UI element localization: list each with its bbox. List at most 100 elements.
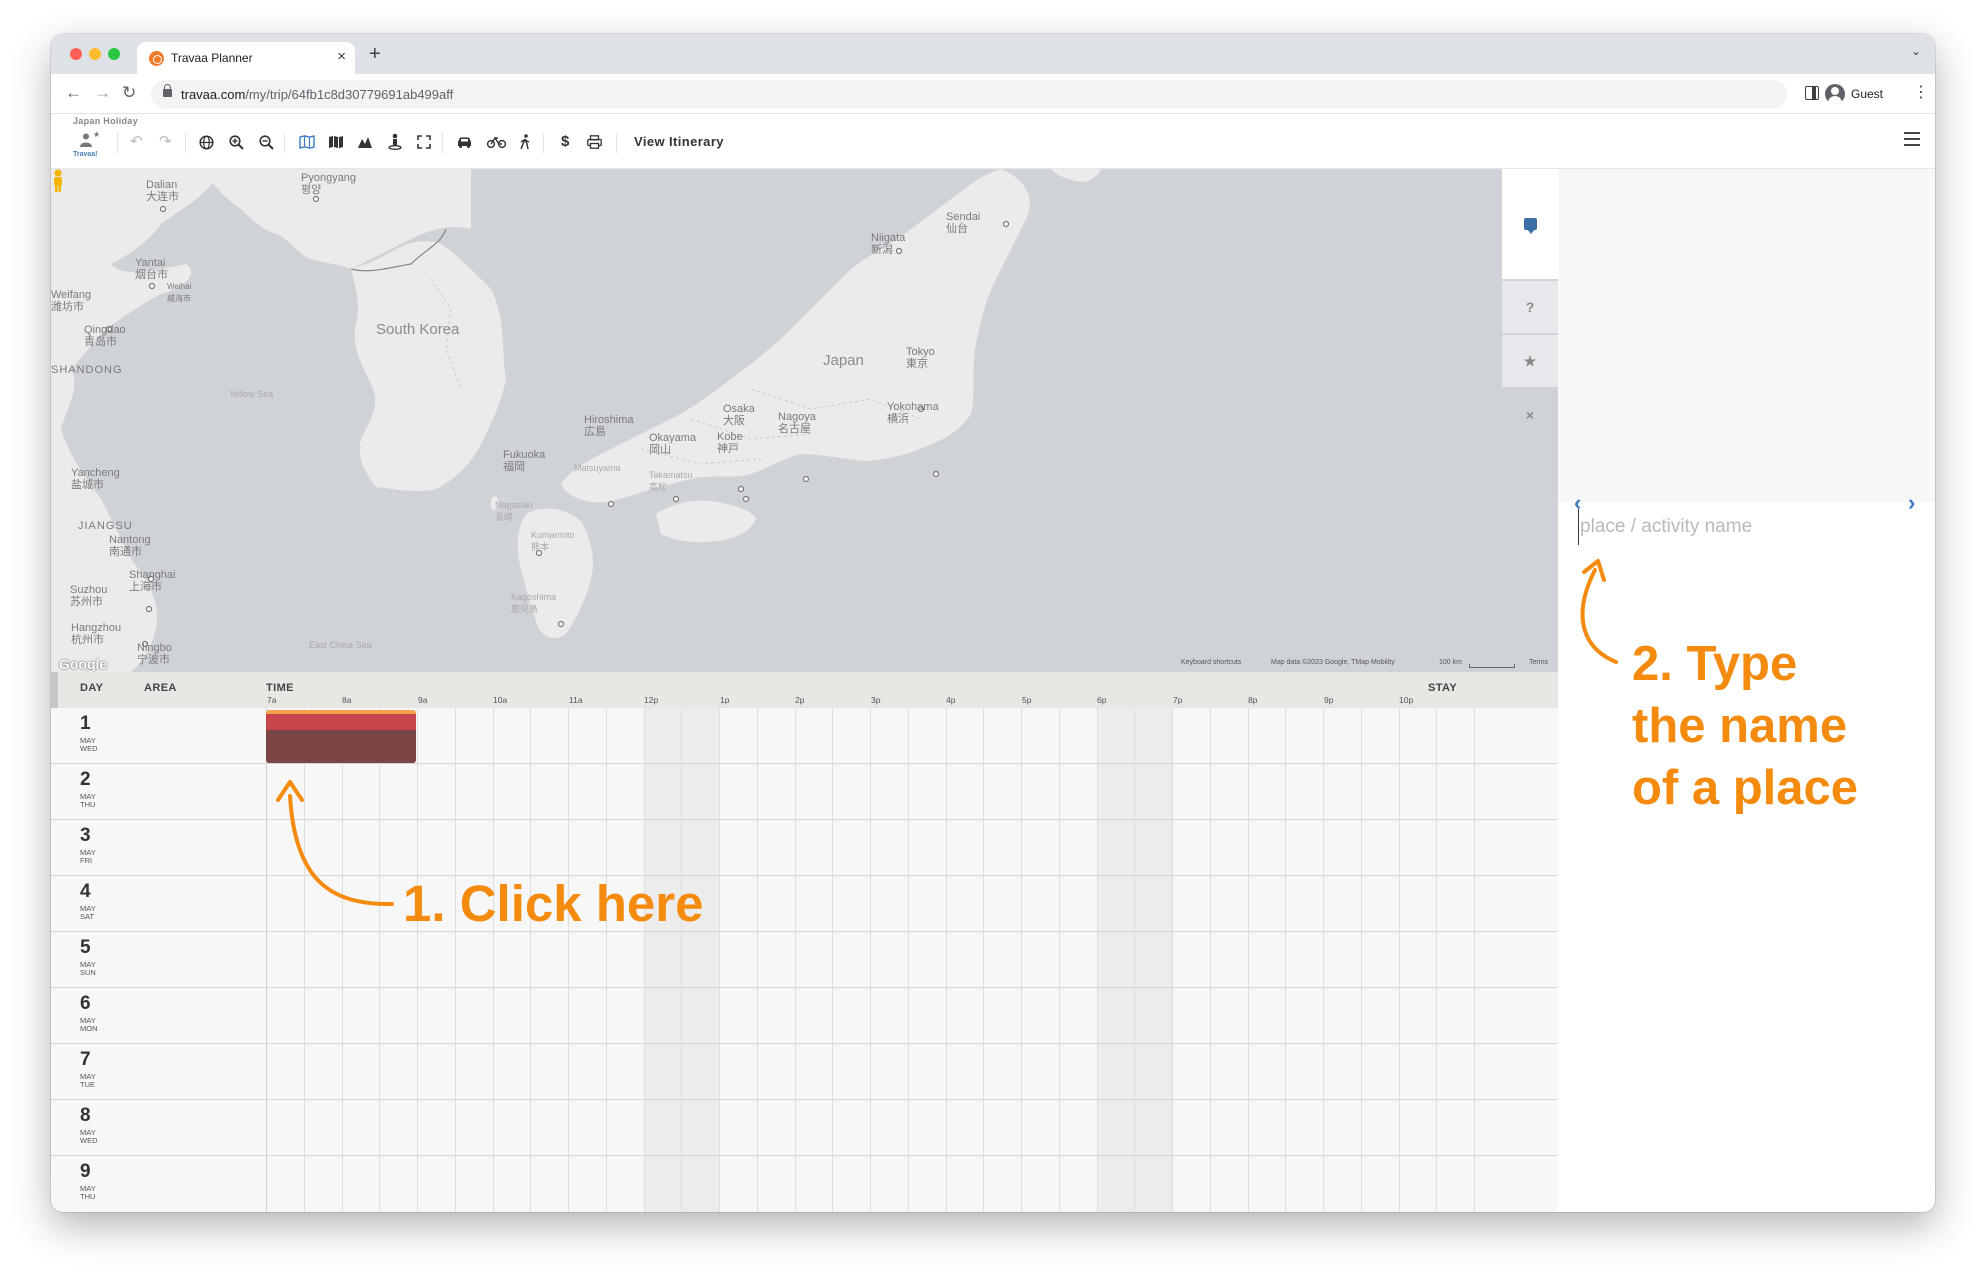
tab-close-icon[interactable]: × — [337, 48, 346, 66]
close-icon: × — [1525, 407, 1535, 423]
tab-search-chevron-icon[interactable]: ⌄ — [1911, 44, 1921, 58]
zoom-in-icon[interactable] — [229, 135, 244, 150]
day-row-3[interactable]: 3 MAY FRI — [51, 820, 1558, 876]
hour-label: 4p — [946, 695, 956, 705]
forward-arrow-icon[interactable]: → — [94, 83, 111, 103]
keyboard-shortcuts-link[interactable]: Keyboard shortcuts — [1181, 659, 1241, 666]
day-weekday: MON — [80, 1024, 98, 1033]
hour-label: 6p — [1097, 695, 1107, 705]
map-label-yokohama: Yokohama 横浜 — [887, 401, 939, 425]
annotation-step-2-line-3: of a place — [1632, 761, 1859, 815]
map-label-jiangsu: JIANGSU — [78, 520, 133, 532]
annotation-step-2-line-1: 2. Type — [1632, 637, 1798, 691]
map-label-takamatsu: Takamatsu 高松 — [649, 470, 693, 492]
map-label-dalian: Dalian 大连市 — [146, 179, 179, 203]
day-row-4[interactable]: 4 MAY SAT — [51, 876, 1558, 932]
bicycle-icon[interactable] — [487, 136, 506, 148]
map-view[interactable]: Dalian 大连市 Pyongyang 평양 Yantai 烟台市 Weihai 威海… — [51, 169, 1558, 672]
reload-icon[interactable]: ↻ — [122, 83, 136, 103]
map-label-kobe: Kobe 神戸 — [717, 431, 743, 455]
day-number: 9 — [80, 1161, 91, 1182]
terms-link[interactable]: Terms — [1529, 659, 1548, 666]
day-number: 5 — [80, 937, 91, 958]
close-panel-tab[interactable]: × — [1502, 389, 1558, 441]
day-number: 6 — [80, 993, 91, 1014]
app-menu-icon[interactable] — [1904, 132, 1920, 146]
map-label-yancheng: Yancheng 盐城市 — [71, 467, 120, 491]
street-view-icon[interactable] — [388, 133, 402, 150]
map-land-shapes — [51, 169, 1101, 672]
map-label-hiroshima: Hiroshima 広島 — [584, 414, 634, 438]
map-outline-icon[interactable] — [299, 135, 315, 149]
pegman-icon[interactable] — [51, 169, 65, 193]
print-icon[interactable] — [587, 135, 602, 149]
browser-menu-icon[interactable]: ⋮ — [1913, 83, 1929, 103]
undo-icon[interactable]: ↶ — [130, 133, 143, 151]
terrain-map-icon[interactable] — [357, 134, 373, 150]
traveler-icon — [80, 133, 92, 147]
schedule-grid: DAY AREA TIME STAY 7a 8a 9a 10a 11a 12p … — [51, 672, 1558, 1212]
hour-label: 5p — [1022, 695, 1032, 705]
day-weekday: THU — [80, 1192, 96, 1201]
view-itinerary-button[interactable]: View Itinerary — [634, 134, 724, 149]
new-activity-block[interactable] — [266, 710, 416, 763]
url-text: travaa.com/my/trip/64fb1c8d30779691ab499… — [181, 87, 454, 102]
day-row-2[interactable]: 2 MAY THU — [51, 764, 1558, 820]
day-row-1[interactable]: 1 MAY WED — [51, 708, 1558, 764]
minimize-window-dot[interactable] — [89, 48, 101, 60]
day-number: 4 — [80, 881, 91, 902]
map-filled-icon[interactable] — [328, 135, 344, 149]
lock-icon — [163, 84, 172, 97]
fullscreen-icon[interactable] — [417, 135, 431, 149]
globe-icon[interactable] — [199, 135, 214, 150]
day-number: 2 — [80, 769, 91, 790]
day-row-9[interactable]: 9 MAY THU — [51, 1156, 1558, 1212]
place-name-input[interactable] — [1578, 509, 1908, 545]
favorites-tab[interactable]: ★ — [1502, 335, 1558, 387]
help-question-icon: ? — [1525, 299, 1535, 315]
travaa-favicon-icon — [149, 51, 164, 66]
hour-label: 12p — [644, 695, 659, 705]
close-window-dot[interactable] — [70, 48, 82, 60]
app-toolbar: Japan Holiday ★ Travaa! ↶ ↷ $ View Itine… — [51, 115, 1935, 169]
hour-label: 2p — [795, 695, 805, 705]
day-number: 3 — [80, 825, 91, 846]
star-icon: ★ — [1523, 352, 1537, 369]
map-label-sendai: Sendai 仙台 — [946, 211, 981, 235]
tab-title: Travaa Planner — [171, 51, 253, 65]
day-row-7[interactable]: 7 MAY TUE — [51, 1044, 1558, 1100]
map-label-nagoya: Nagoya 名古屋 — [778, 411, 816, 435]
side-panel-icon[interactable] — [1805, 86, 1819, 100]
travaa-logo[interactable]: ★ Travaa! — [73, 130, 100, 163]
address-bar[interactable]: travaa.com/my/trip/64fb1c8d30779691ab499… — [151, 80, 1787, 109]
hour-label: 7a — [267, 695, 277, 705]
map-label-matsuyama: Matsuyama — [574, 463, 621, 473]
budget-dollar-icon[interactable]: $ — [561, 133, 569, 151]
new-tab-icon[interactable]: + — [369, 43, 381, 65]
day-row-5[interactable]: 5 MAY SUN — [51, 932, 1558, 988]
walking-icon[interactable] — [519, 134, 531, 150]
map-label-qingdao: Qingdao 青岛市 — [84, 324, 126, 348]
redo-icon[interactable]: ↷ — [159, 133, 172, 151]
tab-travaa-planner[interactable]: Travaa Planner × — [137, 42, 355, 74]
google-logo: Google — [59, 656, 108, 672]
map-label-okayama: Okayama 岡山 — [649, 432, 697, 456]
maximize-window-dot[interactable] — [108, 48, 120, 60]
back-arrow-icon[interactable]: ← — [65, 83, 82, 103]
map-label-tokyo: Tokyo 東京 — [906, 346, 935, 370]
map-label-east-china-sea: East China Sea — [309, 640, 372, 650]
annotation-step-2-line-2: the name — [1632, 699, 1848, 753]
trip-title: Japan Holiday — [73, 116, 138, 126]
stay-column-header: STAY — [1428, 682, 1458, 694]
toolbar-divider — [185, 133, 186, 153]
notes-tab[interactable] — [1502, 169, 1558, 279]
profile-button[interactable]: Guest — [1825, 80, 1883, 108]
day-row-8[interactable]: 8 MAY WED — [51, 1100, 1558, 1156]
zoom-out-icon[interactable] — [259, 135, 274, 150]
day-number: 7 — [80, 1049, 91, 1070]
next-photo-chevron-icon[interactable]: › — [1908, 491, 1915, 515]
schedule-header: DAY AREA TIME STAY 7a 8a 9a 10a 11a 12p … — [51, 672, 1558, 708]
day-row-6[interactable]: 6 MAY MON — [51, 988, 1558, 1044]
car-icon[interactable] — [456, 136, 473, 148]
help-tab[interactable]: ? — [1502, 281, 1558, 333]
